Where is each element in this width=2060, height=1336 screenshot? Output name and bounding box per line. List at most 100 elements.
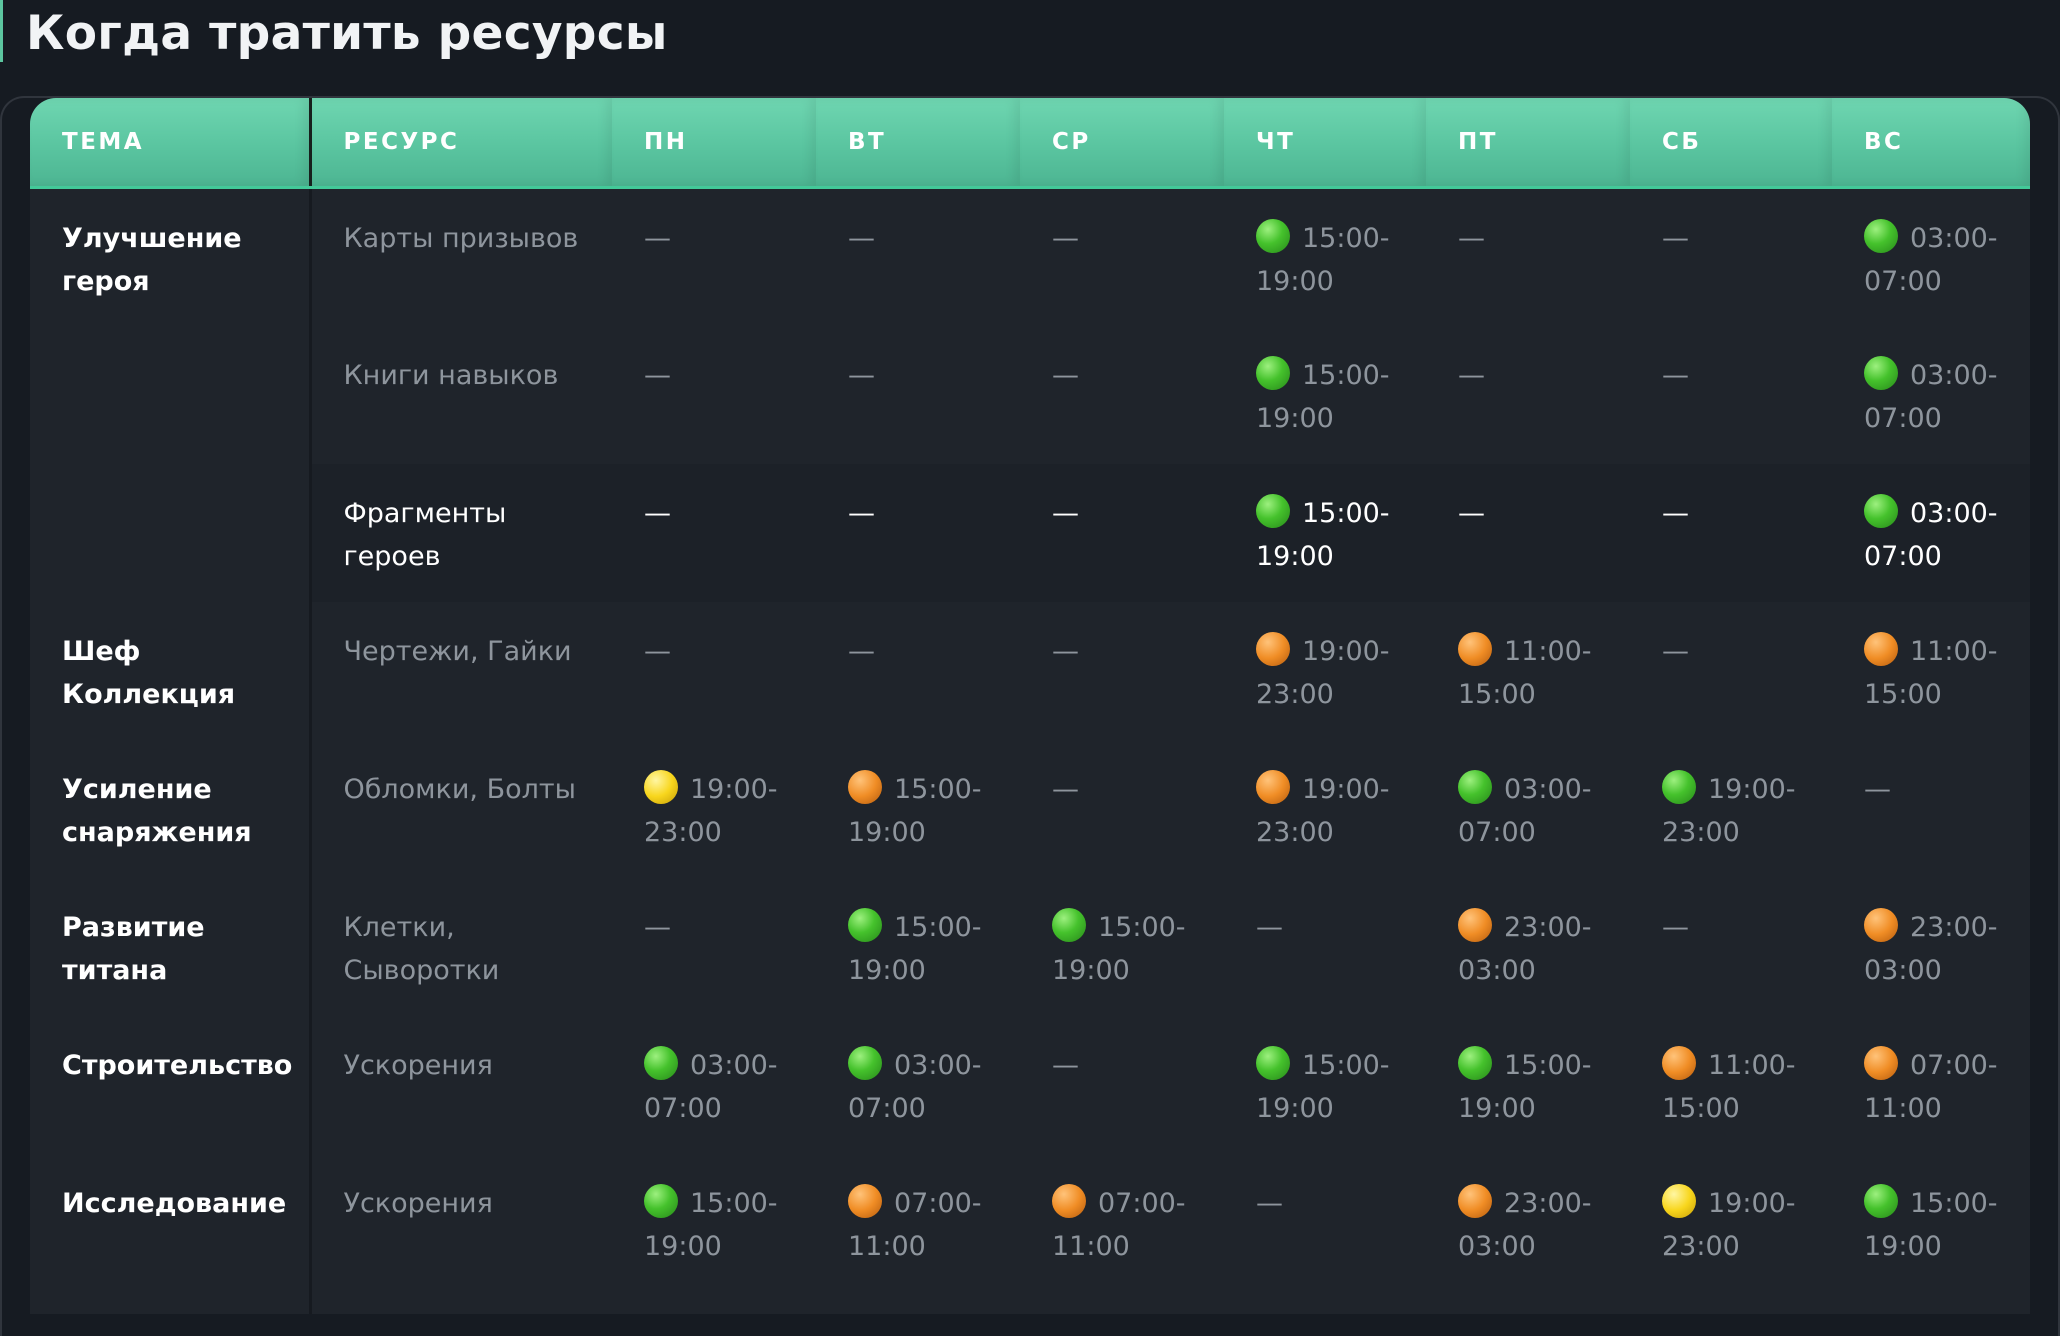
schedule-cell-sat: — <box>1630 187 1832 326</box>
table-row: Улучшение героя Карты призывов — — — 15:… <box>30 187 2030 602</box>
schedule-cell-sun: 03:00-07:00 <box>1832 187 2030 326</box>
status-green-icon <box>1052 907 1086 942</box>
status-yellow-icon <box>644 769 678 804</box>
header-thu: ЧТ <box>1224 98 1426 189</box>
header-topic: ТЕМА <box>30 98 312 189</box>
status-green-icon <box>1458 1045 1492 1080</box>
schedule-cell-sun: — <box>1832 739 2030 878</box>
schedule-cell-fri: 23:00-03:00 <box>1426 1153 1630 1314</box>
empty-dash: — <box>644 223 671 254</box>
resource-label: Карты призывов <box>343 223 579 254</box>
schedule-cell-wed: 07:00-11:00 <box>1020 1153 1224 1314</box>
schedule-cell-wed: — <box>1020 1015 1224 1154</box>
schedule-cell-sun: 15:00-19:00 <box>1832 1153 2030 1314</box>
resource-cell: Ускорения <box>310 1153 612 1314</box>
header-sun: ВС <box>1832 98 2030 189</box>
status-green-icon <box>1864 493 1898 528</box>
schedule-cell-fri: 11:00-15:00 <box>1426 601 1630 740</box>
topic-cell-research: Исследование <box>30 1153 312 1314</box>
empty-dash: — <box>1662 497 1689 529</box>
schedule-cell-mon: 15:00-19:00 <box>612 1153 816 1314</box>
status-green-icon <box>848 1045 882 1080</box>
status-green-icon <box>1256 219 1290 253</box>
schedule-cell-fri: 23:00-03:00 <box>1426 877 1630 1016</box>
resource-cell: Книги навыков <box>310 325 612 464</box>
schedule-cell-tue: — <box>816 601 1020 740</box>
status-green-icon <box>1662 769 1696 804</box>
resource-cell: Чертежи, Гайки <box>310 601 612 740</box>
status-orange-icon <box>1256 769 1290 804</box>
schedule-cell-mon: — <box>612 325 816 464</box>
schedule-cell-sun: 07:00-11:00 <box>1832 1015 2030 1154</box>
schedule-cell-fri: 15:00-19:00 <box>1426 1015 1630 1154</box>
empty-dash: — <box>1458 223 1485 254</box>
resource-cell: Фрагменты героев <box>310 463 612 602</box>
schedule-cell-thu: 15:00-19:00 <box>1224 325 1426 464</box>
status-green-icon <box>1864 219 1898 253</box>
resource-cell: Карты призывов <box>310 187 612 326</box>
schedule-table-container: ТЕМА РЕСУРС ПН ВТ СР ЧТ ПТ СБ ВС Улучшен… <box>30 98 2030 1314</box>
empty-dash: — <box>848 635 875 667</box>
schedule-cell-tue: 15:00-19:00 <box>816 739 1020 878</box>
schedule-cell-fri: — <box>1426 187 1630 326</box>
schedule-cell-sat: — <box>1630 325 1832 464</box>
header-tue: ВТ <box>816 98 1020 189</box>
empty-dash: — <box>1864 773 1891 805</box>
status-orange-icon <box>1458 1183 1492 1218</box>
schedule-cell-wed: — <box>1020 601 1224 740</box>
schedule-cell-mon: 03:00-07:00 <box>612 1015 816 1154</box>
status-green-icon <box>1256 493 1290 528</box>
schedule-table: ТЕМА РЕСУРС ПН ВТ СР ЧТ ПТ СБ ВС Улучшен… <box>30 98 2030 1314</box>
empty-dash: — <box>1662 223 1689 254</box>
status-orange-icon <box>1864 1045 1898 1080</box>
table-row: Исследование Ускорения 15:00-19:00 07:00… <box>30 1153 2030 1314</box>
status-orange-icon <box>848 1183 882 1218</box>
schedule-cell-tue: 15:00-19:00 <box>816 877 1020 1016</box>
empty-dash: — <box>1458 497 1485 529</box>
empty-dash: — <box>1662 911 1689 943</box>
resource-label: Чертежи, Гайки <box>343 635 572 667</box>
empty-dash: — <box>1052 223 1079 254</box>
schedule-cell-thu: 19:00-23:00 <box>1224 739 1426 878</box>
status-green-icon <box>1256 1045 1290 1080</box>
header-resource: РЕСУРС <box>310 98 612 189</box>
schedule-cell-fri: 03:00-07:00 <box>1426 739 1630 878</box>
empty-dash: — <box>1256 911 1283 943</box>
table-row: Фрагменты героев — — — 15:00-19:00 — — 0… <box>30 463 2030 602</box>
schedule-cell-mon: — <box>612 463 816 602</box>
schedule-cell-thu: — <box>1224 1153 1426 1314</box>
table-body: Улучшение героя Карты призывов — — — 15:… <box>30 187 2030 1314</box>
schedule-cell-mon: — <box>612 601 816 740</box>
empty-dash: — <box>1052 635 1079 667</box>
schedule-cell-thu: 15:00-19:00 <box>1224 1015 1426 1154</box>
empty-dash: — <box>1256 1187 1283 1219</box>
empty-dash: — <box>644 635 671 667</box>
resource-cell: Обломки, Болты <box>310 739 612 878</box>
schedule-cell-mon: 19:00-23:00 <box>612 739 816 878</box>
empty-dash: — <box>1052 1049 1079 1081</box>
schedule-cell-wed: — <box>1020 739 1224 878</box>
schedule-cell-wed: 15:00-19:00 <box>1020 877 1224 1016</box>
schedule-cell-sat: 11:00-15:00 <box>1630 1015 1832 1154</box>
empty-dash: — <box>1052 497 1079 529</box>
status-orange-icon <box>1256 631 1290 666</box>
schedule-cell-sun: 03:00-07:00 <box>1832 325 2030 464</box>
status-green-icon <box>1864 355 1898 390</box>
schedule-cell-tue: 03:00-07:00 <box>816 1015 1020 1154</box>
table-row: Шеф Коллекция Чертежи, Гайки — — — 19:00… <box>30 601 2030 740</box>
status-green-icon <box>1256 355 1290 390</box>
topic-cell-gear-boost: Усиление снаряжения <box>30 739 312 878</box>
schedule-cell-fri: — <box>1426 463 1630 602</box>
table-header: ТЕМА РЕСУРС ПН ВТ СР ЧТ ПТ СБ ВС <box>30 98 2030 189</box>
schedule-cell-sat: 19:00-23:00 <box>1630 739 1832 878</box>
status-orange-icon <box>1458 907 1492 942</box>
empty-dash: — <box>1662 635 1689 667</box>
empty-dash: — <box>1662 359 1689 391</box>
status-green-icon <box>1864 1183 1898 1218</box>
resource-label: Ускорения <box>343 1049 493 1081</box>
resource-label: Клетки, Сыворотки <box>343 911 500 986</box>
topic-cell-titan-dev: Развитие титана <box>30 877 312 1016</box>
status-orange-icon <box>1864 631 1898 666</box>
topic-cell-chef-collection: Шеф Коллекция <box>30 601 312 740</box>
schedule-cell-sat: — <box>1630 463 1832 602</box>
